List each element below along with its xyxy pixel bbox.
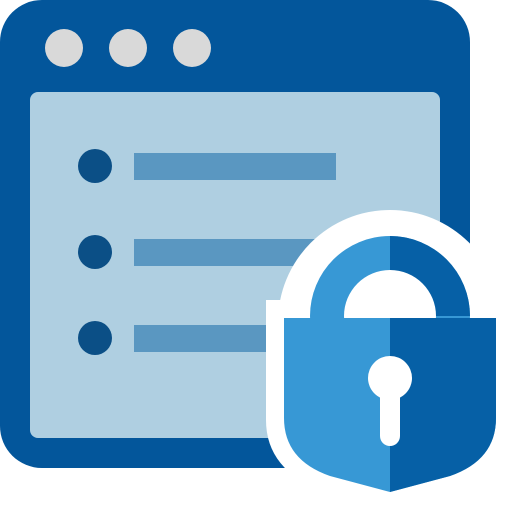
bullet-icon — [78, 235, 112, 269]
list-line — [134, 153, 336, 180]
window-dot-icon — [45, 29, 83, 67]
window-dot-icon — [173, 29, 211, 67]
padlock-icon — [266, 210, 512, 508]
window-controls — [45, 29, 211, 67]
secure-window-icon — [0, 0, 512, 508]
window-dot-icon — [109, 29, 147, 67]
bullet-icon — [78, 149, 112, 183]
secure-window-icon-canvas — [0, 0, 512, 512]
bullet-icon — [78, 321, 112, 355]
